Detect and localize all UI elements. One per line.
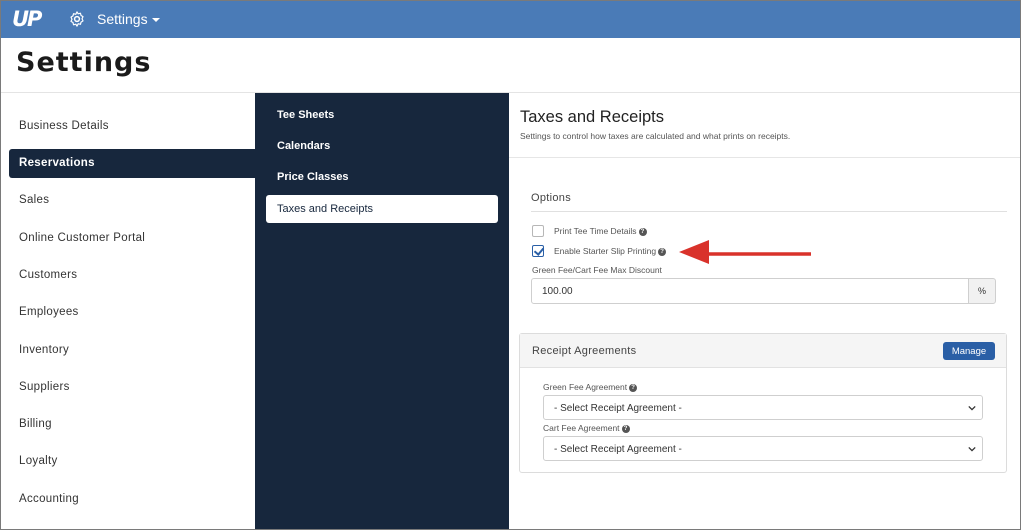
subnav-item-tee-sheets[interactable]: Tee Sheets: [277, 109, 334, 121]
sidebar-item-loyalty[interactable]: Loyalty: [19, 455, 58, 467]
card-header: Receipt Agreements Manage: [520, 334, 1006, 368]
cart-fee-agreement-label: Cart Fee Agreement?: [543, 423, 630, 433]
checkbox-label-text: Enable Starter Slip Printing: [554, 246, 657, 256]
divider: [509, 157, 1020, 158]
sidebar-item-inventory[interactable]: Inventory: [19, 344, 69, 356]
settings-menu-label: Settings: [97, 11, 148, 27]
sidebar-item-sales[interactable]: Sales: [19, 194, 49, 206]
section-subtitle: Settings to control how taxes are calcul…: [520, 131, 791, 141]
annotation-arrow: [679, 240, 811, 264]
app-window: UP Settings Settings Business Details Re…: [0, 0, 1021, 530]
section-title: Taxes and Receipts: [520, 108, 664, 126]
main-content: Taxes and Receipts Settings to control h…: [509, 93, 1020, 529]
question-circle-icon[interactable]: ?: [638, 227, 647, 236]
green-fee-agreement-select[interactable]: - Select Receipt Agreement -: [543, 395, 983, 420]
sub-nav: Tee Sheets Calendars Price Classes Taxes…: [255, 93, 509, 529]
max-discount-input[interactable]: 100.00: [531, 278, 969, 304]
page-header: Settings: [1, 38, 1020, 93]
question-circle-icon[interactable]: ?: [621, 424, 630, 433]
sidebar-item-employees[interactable]: Employees: [19, 306, 79, 318]
options-heading: Options: [531, 192, 572, 204]
subnav-item-label: Taxes and Receipts: [277, 203, 373, 215]
sidebar-item-suppliers[interactable]: Suppliers: [19, 381, 70, 393]
subnav-item-taxes-and-receipts[interactable]: Taxes and Receipts: [266, 195, 498, 223]
select-value: - Select Receipt Agreement -: [554, 403, 682, 414]
question-circle-icon[interactable]: ?: [629, 383, 638, 392]
chevron-down-icon: [968, 405, 976, 411]
sidebar-item-billing[interactable]: Billing: [19, 418, 52, 430]
divider: [531, 211, 1007, 212]
sidebar-item-online-customer-portal[interactable]: Online Customer Portal: [19, 232, 145, 244]
label-text: Green Fee Agreement: [543, 382, 628, 392]
percent-unit: %: [978, 286, 987, 296]
max-discount-value: 100.00: [542, 286, 573, 297]
sidebar: Business Details Reservations Sales Onli…: [1, 93, 255, 529]
receipt-agreements-card: Receipt Agreements Manage Green Fee Agre…: [519, 333, 1007, 473]
sidebar-item-reservations[interactable]: Reservations: [9, 149, 255, 178]
receipt-agreements-title: Receipt Agreements: [532, 345, 637, 357]
gear-icon[interactable]: [68, 10, 86, 28]
subnav-item-price-classes[interactable]: Price Classes: [277, 171, 349, 183]
sidebar-item-accounting[interactable]: Accounting: [19, 493, 79, 505]
green-fee-agreement-label: Green Fee Agreement?: [543, 382, 638, 392]
app-logo[interactable]: UP: [12, 7, 42, 31]
enable-starter-slip-printing-label: Enable Starter Slip Printing?: [554, 246, 667, 256]
print-tee-time-details-label: Print Tee Time Details?: [554, 226, 647, 236]
sidebar-item-business-details[interactable]: Business Details: [19, 120, 109, 132]
sidebar-item-label: Reservations: [19, 157, 95, 169]
enable-starter-slip-printing-checkbox[interactable]: [532, 245, 544, 257]
cart-fee-agreement-select[interactable]: - Select Receipt Agreement -: [543, 436, 983, 461]
caret-down-icon: [151, 18, 160, 23]
max-discount-label: Green Fee/Cart Fee Max Discount: [532, 265, 662, 275]
label-text: Cart Fee Agreement: [543, 423, 620, 433]
page-title: Settings: [16, 47, 152, 78]
settings-menu[interactable]: Settings: [97, 11, 160, 27]
select-value: - Select Receipt Agreement -: [554, 444, 682, 455]
print-tee-time-details-checkbox[interactable]: [532, 225, 544, 237]
chevron-down-icon: [968, 446, 976, 452]
top-bar: UP Settings: [1, 1, 1020, 38]
subnav-item-calendars[interactable]: Calendars: [277, 140, 330, 152]
manage-button-label: Manage: [951, 346, 987, 357]
question-circle-icon[interactable]: ?: [658, 247, 667, 256]
manage-button[interactable]: Manage: [943, 342, 995, 360]
percent-addon: %: [968, 278, 996, 304]
checkbox-label-text: Print Tee Time Details: [554, 226, 637, 236]
sidebar-item-customers[interactable]: Customers: [19, 269, 77, 281]
